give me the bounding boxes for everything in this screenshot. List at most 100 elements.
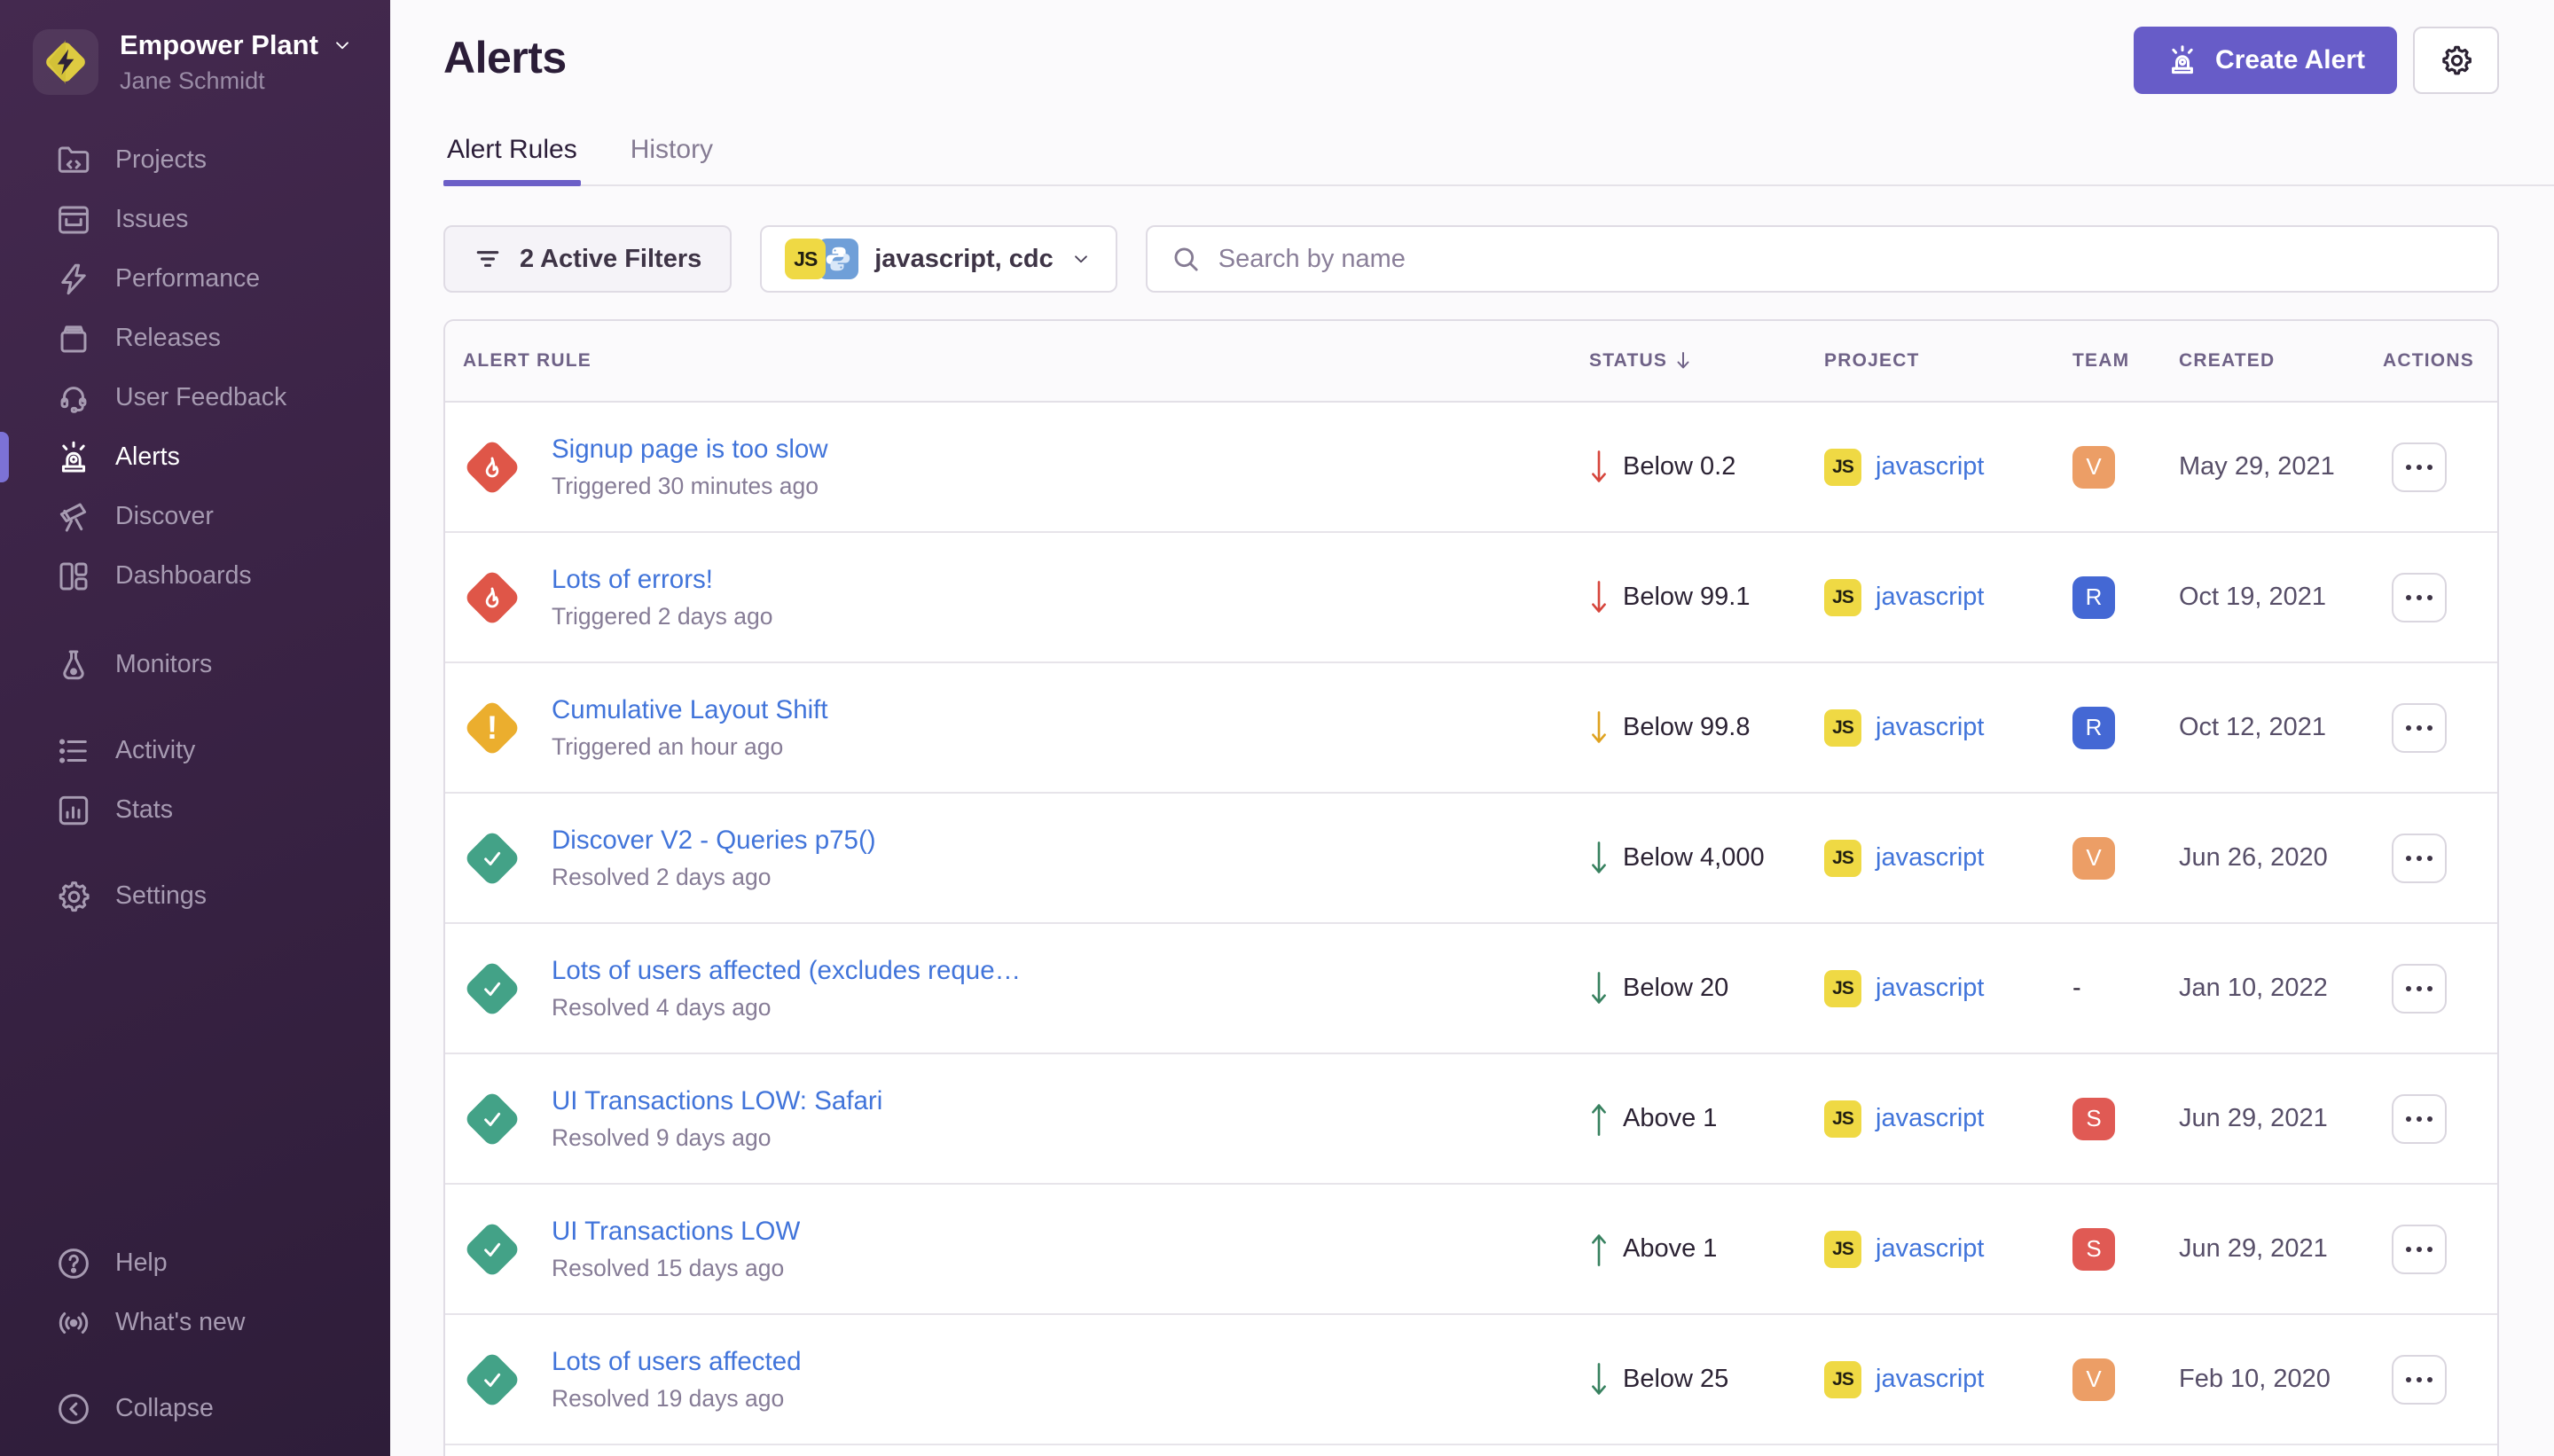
sidebar-item-dashboards[interactable]: Dashboards <box>0 546 390 606</box>
alert-rule-detail: Resolved 4 days ago <box>552 994 1021 1022</box>
platform-icons: JS <box>785 239 858 279</box>
alert-rules-table: ALERT RULE STATUS PROJECT TEAM CREATED A… <box>443 319 2499 1456</box>
sidebar-item-monitors[interactable]: Monitors <box>0 635 390 694</box>
project-link[interactable]: javascript <box>1876 974 1985 1003</box>
list-icon <box>55 732 92 770</box>
bar-chart-icon <box>55 792 92 829</box>
sidebar-item-settings[interactable]: Settings <box>0 866 390 926</box>
status-label: Below 20 <box>1623 974 1728 1003</box>
alert-rule-detail: Resolved 2 days ago <box>552 864 876 891</box>
tab-history[interactable]: History <box>627 135 717 184</box>
project-link[interactable]: javascript <box>1876 1365 1985 1394</box>
page-title: Alerts <box>443 32 567 83</box>
sidebar-item-issues[interactable]: Issues <box>0 190 390 249</box>
project-link[interactable]: javascript <box>1876 1234 1985 1264</box>
team-badge: R <box>2072 576 2115 619</box>
sidebar-item-alerts[interactable]: Alerts <box>0 427 390 487</box>
status-label: Below 99.1 <box>1623 583 1751 612</box>
alert-rule-link[interactable]: Lots of users affected <box>552 1347 802 1377</box>
alert-critical-icon <box>463 568 521 627</box>
table-row: UI Transactions LOW Resolved 15 days ago… <box>445 1185 2497 1315</box>
row-actions-button[interactable] <box>2392 1094 2447 1144</box>
project-link[interactable]: javascript <box>1876 713 1985 742</box>
alert-rule-link[interactable]: UI Transactions LOW: Safari <box>552 1086 882 1116</box>
create-alert-button[interactable]: Create Alert <box>2134 27 2397 94</box>
filter-bar: 2 Active Filters JS javascript, cdc <box>443 225 2499 293</box>
table-row: ! Cumulative Layout Shift Triggered an h… <box>445 663 2497 794</box>
project-link[interactable]: javascript <box>1876 583 1985 612</box>
table-row: UI Transactions LOW: Safari Resolved 9 d… <box>445 1054 2497 1185</box>
project-link[interactable]: javascript <box>1876 1104 1985 1133</box>
row-actions-button[interactable] <box>2392 1355 2447 1405</box>
siren-icon <box>55 439 92 476</box>
row-actions-button[interactable] <box>2392 573 2447 622</box>
alert-rule-link[interactable]: Lots of errors! <box>552 565 772 595</box>
created-date: Jun 29, 2021 <box>2161 1104 2365 1133</box>
project-selector-value: javascript, cdc <box>874 245 1054 274</box>
javascript-platform-icon: JS <box>1824 840 1861 877</box>
row-actions-button[interactable] <box>2392 703 2447 753</box>
sidebar-item-label: What's new <box>115 1308 245 1337</box>
sidebar-item-discover[interactable]: Discover <box>0 487 390 546</box>
sidebar-item-label: Projects <box>115 145 207 175</box>
org-text: Empower Plant Jane Schmidt <box>120 29 354 95</box>
sidebar-item-whats-new[interactable]: What's new <box>0 1293 390 1352</box>
sidebar-collapse-button[interactable]: Collapse <box>0 1379 390 1438</box>
chevron-down-icon <box>1069 247 1093 270</box>
empower-plant-logo-icon <box>38 35 93 90</box>
project-selector[interactable]: JS javascript, cdc <box>760 225 1117 293</box>
sidebar-item-releases[interactable]: Releases <box>0 309 390 368</box>
column-header-status[interactable]: STATUS <box>1571 349 1806 372</box>
active-filters-button[interactable]: 2 Active Filters <box>443 225 732 293</box>
project-link[interactable]: javascript <box>1876 843 1985 873</box>
row-actions-button[interactable] <box>2392 964 2447 1014</box>
created-date: Feb 10, 2020 <box>2161 1365 2365 1394</box>
broadcast-icon <box>55 1304 92 1342</box>
lightning-icon <box>55 261 92 298</box>
status-arrow-icon <box>1589 1099 1609 1139</box>
sidebar-item-label: Issues <box>115 205 188 234</box>
alert-rule-link[interactable]: Cumulative Layout Shift <box>552 695 828 725</box>
sidebar-item-label: Settings <box>115 881 207 911</box>
fire-icon <box>478 453 506 481</box>
alert-rule-link[interactable]: Lots of users affected (excludes reque… <box>552 956 1021 986</box>
alert-resolved-icon <box>463 1090 521 1148</box>
sidebar-item-activity[interactable]: Activity <box>0 721 390 780</box>
team-badge: V <box>2072 837 2115 880</box>
active-filters-label: 2 Active Filters <box>520 245 701 274</box>
row-actions-button[interactable] <box>2392 1225 2447 1274</box>
team-badge: V <box>2072 1358 2115 1401</box>
search-input[interactable] <box>1218 245 2474 274</box>
sidebar-item-label: Alerts <box>115 442 180 472</box>
row-actions-button[interactable] <box>2392 442 2447 492</box>
org-name: Empower Plant <box>120 29 318 61</box>
row-actions-button[interactable] <box>2392 834 2447 883</box>
status-label: Above 1 <box>1623 1104 1717 1133</box>
gear-icon <box>2439 43 2474 78</box>
fire-icon <box>478 583 506 612</box>
alert-rule-link[interactable]: Signup page is too slow <box>552 434 828 465</box>
sidebar-item-performance[interactable]: Performance <box>0 249 390 309</box>
sidebar-item-stats[interactable]: Stats <box>0 780 390 840</box>
alert-settings-button[interactable] <box>2413 27 2499 94</box>
org-selector[interactable]: Empower Plant Jane Schmidt <box>0 0 390 95</box>
alert-rule-link[interactable]: UI Transactions LOW <box>552 1217 800 1247</box>
sidebar-item-label: Releases <box>115 324 221 353</box>
sidebar-item-help[interactable]: Help <box>0 1233 390 1293</box>
filter-icon <box>474 245 502 273</box>
sidebar-item-label: Discover <box>115 502 214 531</box>
sort-descending-icon <box>1674 349 1692 372</box>
alert-resolved-icon <box>463 959 521 1018</box>
sidebar-item-label: Collapse <box>115 1394 214 1423</box>
sidebar-item-projects[interactable]: Projects <box>0 130 390 190</box>
project-link[interactable]: javascript <box>1876 452 1985 481</box>
tab-alert-rules[interactable]: Alert Rules <box>443 135 581 184</box>
status-arrow-icon <box>1589 1359 1609 1400</box>
status-arrow-icon <box>1589 1229 1609 1270</box>
alert-rule-detail: Resolved 15 days ago <box>552 1255 800 1282</box>
sidebar-item-user-feedback[interactable]: User Feedback <box>0 368 390 427</box>
status-arrow-icon <box>1589 577 1609 618</box>
search-box <box>1146 225 2499 293</box>
alert-rule-link[interactable]: Discover V2 - Queries p75() <box>552 826 876 856</box>
exclamation-icon: ! <box>487 711 497 744</box>
